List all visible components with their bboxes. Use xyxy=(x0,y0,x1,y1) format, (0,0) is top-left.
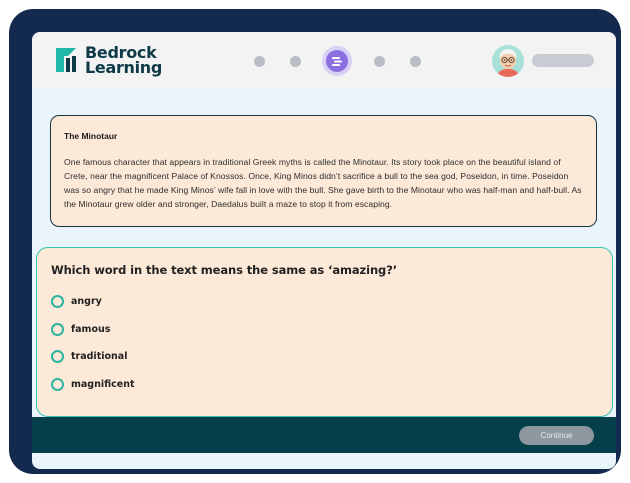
bedrock-logo-icon xyxy=(54,46,80,74)
username-placeholder xyxy=(532,54,594,67)
app-screen: Bedrock Learning The Minotaur One famous… xyxy=(32,32,616,469)
progress-step-5 xyxy=(410,55,421,67)
brand-logo[interactable]: Bedrock Learning xyxy=(54,45,163,77)
question-prompt: Which word in the text means the same as… xyxy=(51,263,398,277)
continue-button[interactable]: Continue xyxy=(519,426,594,445)
progress-step-1 xyxy=(254,55,265,67)
radio-button[interactable] xyxy=(51,378,64,391)
list-lines-icon xyxy=(326,50,348,72)
progress-step-4 xyxy=(374,55,385,67)
answer-option-angry[interactable]: angry xyxy=(51,295,102,308)
radio-button[interactable] xyxy=(51,323,64,336)
reading-passage: The Minotaur One famous character that a… xyxy=(50,115,597,227)
brand-name: Bedrock Learning xyxy=(85,45,163,77)
brand-name-line2: Learning xyxy=(85,58,163,77)
device-frame: Bedrock Learning The Minotaur One famous… xyxy=(9,9,621,474)
radio-button[interactable] xyxy=(51,295,64,308)
passage-body: One famous character that appears in tra… xyxy=(64,157,582,209)
avatar-elderly-person-icon[interactable] xyxy=(492,45,524,77)
footer-bar: Continue xyxy=(32,417,616,453)
radio-button[interactable] xyxy=(51,350,64,363)
answer-option-magnificent[interactable]: magnificent xyxy=(51,378,135,391)
answer-option-label: magnificent xyxy=(71,379,135,390)
answer-option-famous[interactable]: famous xyxy=(51,323,110,336)
answer-option-traditional[interactable]: traditional xyxy=(51,350,127,363)
answer-option-label: angry xyxy=(71,296,102,307)
progress-indicator xyxy=(254,46,446,76)
header: Bedrock Learning xyxy=(32,32,616,88)
progress-step-2 xyxy=(290,55,301,67)
answer-option-label: famous xyxy=(71,324,111,335)
answer-option-label: traditional xyxy=(71,351,128,362)
passage-title: The Minotaur xyxy=(64,131,118,141)
question-card: Which word in the text means the same as… xyxy=(36,247,613,417)
progress-step-3-current xyxy=(322,46,352,76)
